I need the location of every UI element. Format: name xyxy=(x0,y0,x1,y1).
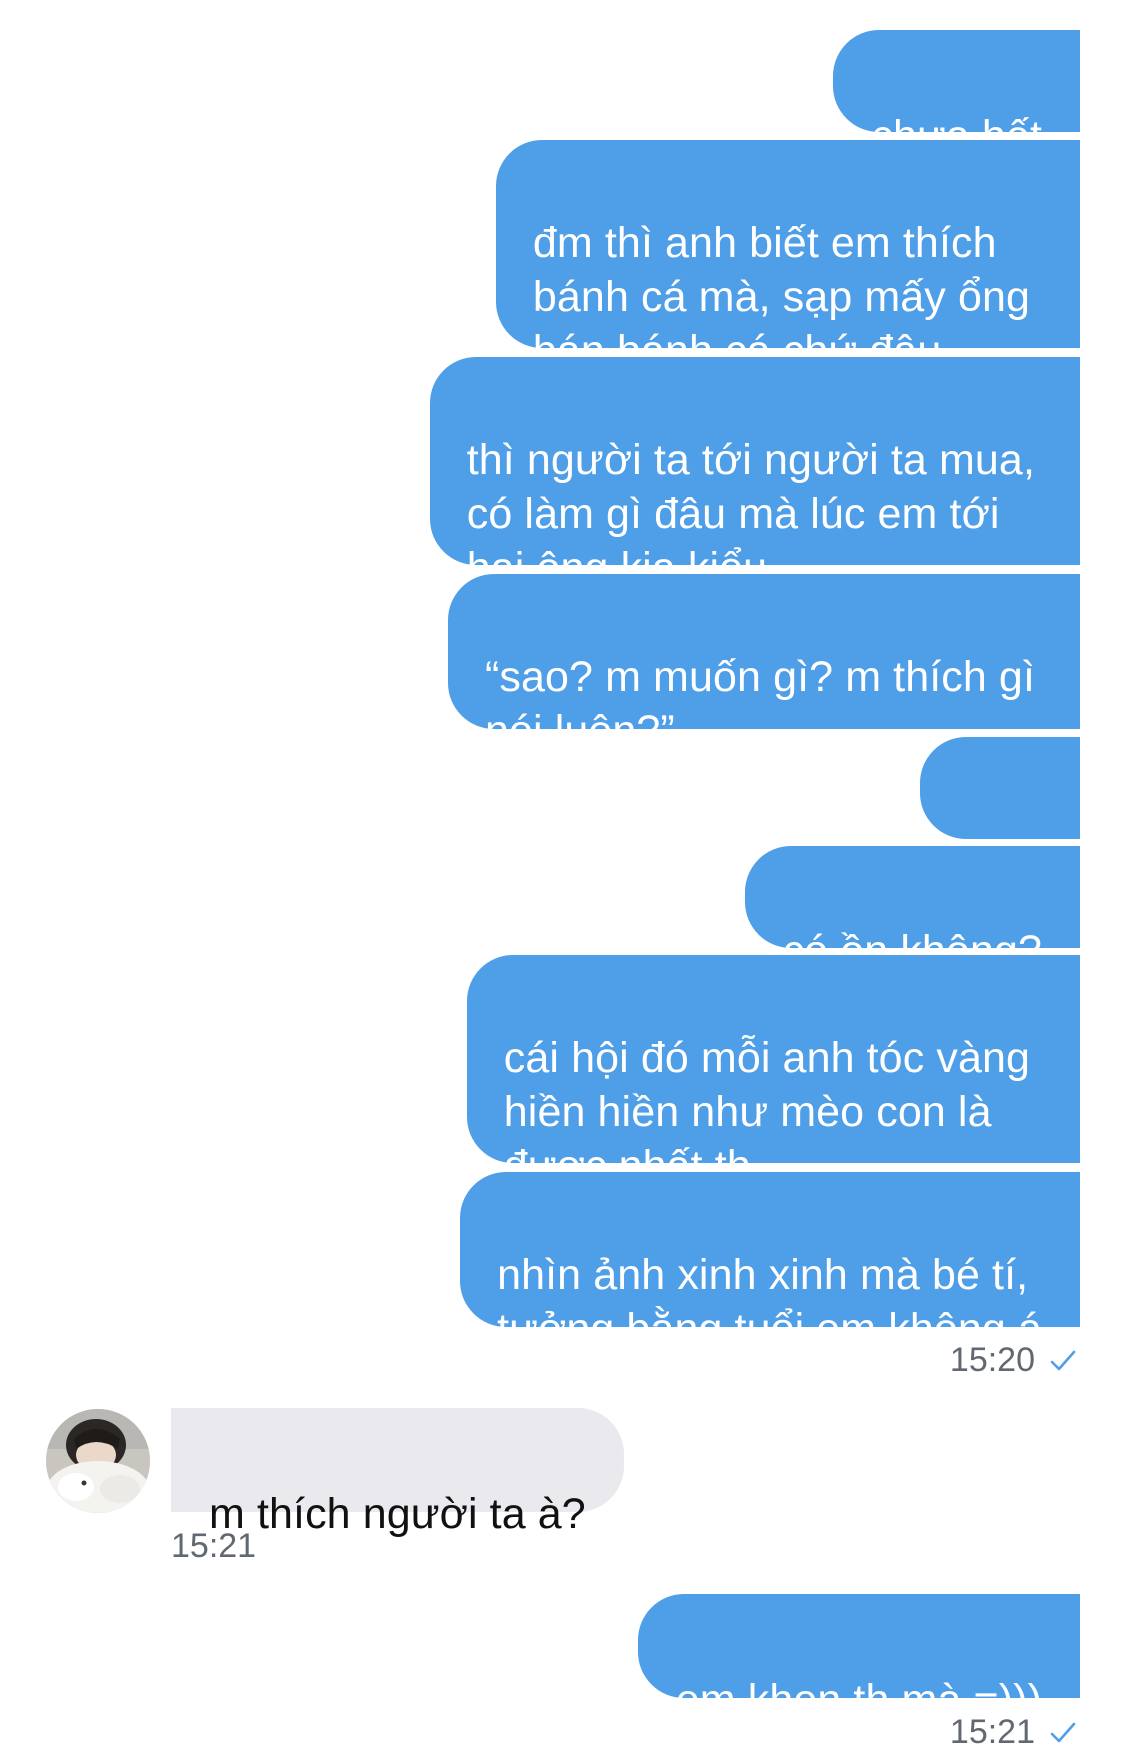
message-text: cái hội đó mỗi anh tóc vàng hiền hiền nh… xyxy=(503,1034,1030,1190)
timestamp-text: 15:21 xyxy=(949,1713,1035,1751)
outgoing-message-bubble[interactable]: thì người ta tới người ta mua, có làm gì… xyxy=(429,357,1080,592)
outgoing-message-bubble[interactable]: có ồn không? xyxy=(744,846,1080,975)
timestamp-text: 15:20 xyxy=(949,1341,1035,1379)
outgoing-message-bubble[interactable]: chưa hết xyxy=(833,30,1080,160)
outgoing-message-bubble[interactable]: ? xyxy=(919,737,1080,921)
message-timestamp: 15:20 xyxy=(950,1340,1077,1382)
message-text: m thích người ta à? xyxy=(209,1490,586,1538)
outgoing-message-bubble[interactable]: đm thì anh biết em thích bánh cá mà, sạp… xyxy=(495,140,1080,375)
message-text: nhìn ảnh xinh xinh mà bé tí, tưởng bằng … xyxy=(497,1251,1042,1353)
sent-check-icon xyxy=(1049,1714,1077,1754)
timestamp-text: 15:21 xyxy=(171,1527,257,1565)
outgoing-message-bubble[interactable]: cái hội đó mỗi anh tóc vàng hiền hiền nh… xyxy=(466,955,1080,1190)
outgoing-message-bubble[interactable]: em khen th mà =))) xyxy=(637,1594,1080,1724)
outgoing-message-bubble[interactable]: nhìn ảnh xinh xinh mà bé tí, tưởng bằng … xyxy=(460,1172,1080,1353)
message-text: đm thì anh biết em thích bánh cá mà, sạp… xyxy=(532,219,1030,375)
message-text: thì người ta tới người ta mua, có làm gì… xyxy=(466,436,1035,592)
message-timestamp: 15:21 xyxy=(171,1526,256,1566)
sent-check-icon xyxy=(1049,1342,1077,1382)
contact-avatar[interactable] xyxy=(46,1409,150,1513)
outgoing-message-bubble[interactable]: “sao? m muốn gì? m thích gì nói luôn?” xyxy=(447,574,1080,755)
incoming-message-bubble[interactable]: m thích người ta à? xyxy=(171,1408,624,1538)
message-timestamp: 15:21 xyxy=(950,1712,1077,1754)
avatar-photo xyxy=(46,1409,150,1513)
